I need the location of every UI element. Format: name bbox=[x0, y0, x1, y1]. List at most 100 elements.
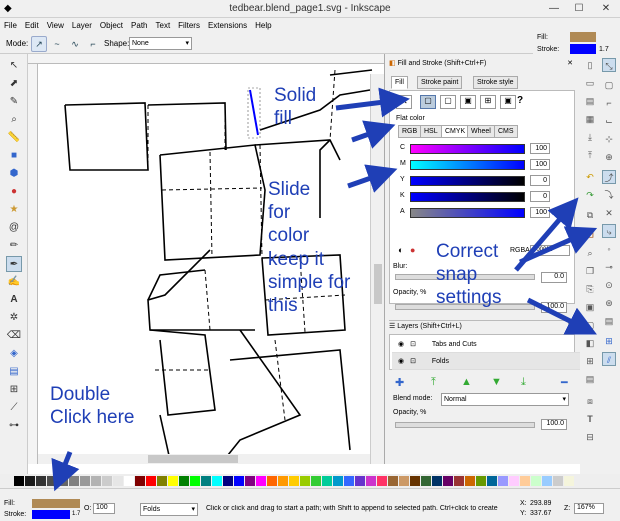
alpha-value[interactable]: 100 bbox=[530, 207, 550, 218]
eye-icon[interactable]: ◉ bbox=[398, 358, 404, 365]
clone-icon[interactable]: ⎘ bbox=[583, 282, 597, 296]
palette-swatch[interactable] bbox=[289, 476, 299, 486]
tab-cms[interactable]: CMS bbox=[494, 125, 518, 138]
palette-swatch[interactable] bbox=[124, 476, 134, 486]
snap-bbox-mid-icon[interactable]: ⊹ bbox=[602, 132, 616, 146]
palette-swatch[interactable] bbox=[190, 476, 200, 486]
tweak-tool-icon[interactable]: ✎ bbox=[6, 94, 22, 110]
palette-swatch[interactable] bbox=[212, 476, 222, 486]
palette-swatch[interactable] bbox=[410, 476, 420, 486]
palette-swatch[interactable] bbox=[432, 476, 442, 486]
palette-swatch[interactable] bbox=[509, 476, 519, 486]
palette-swatch[interactable] bbox=[542, 476, 552, 486]
rect-tool-icon[interactable]: ■ bbox=[6, 148, 22, 164]
zoom-tool-icon[interactable]: ⌕ bbox=[6, 112, 22, 128]
dropper-tool-icon[interactable]: ⟋ bbox=[6, 400, 22, 416]
palette-swatch[interactable] bbox=[564, 476, 574, 486]
tab-rgb[interactable]: RGB bbox=[398, 125, 422, 138]
snap-bbox-icon[interactable]: ▢ bbox=[602, 78, 616, 92]
pencil-tool-icon[interactable]: ✏ bbox=[6, 238, 22, 254]
snap-object-center-icon[interactable]: ⊙ bbox=[602, 278, 616, 292]
palette-swatch[interactable] bbox=[146, 476, 156, 486]
palette-swatch[interactable] bbox=[322, 476, 332, 486]
palette-swatch[interactable] bbox=[355, 476, 365, 486]
ungroup-icon[interactable]: ▢ bbox=[583, 318, 597, 332]
palette-swatch[interactable] bbox=[223, 476, 233, 486]
menu-filters[interactable]: Filters bbox=[174, 18, 204, 34]
palette-swatch[interactable] bbox=[498, 476, 508, 486]
lock-icon[interactable]: ⊡ bbox=[410, 341, 416, 348]
spiro-mode-icon[interactable]: ~ bbox=[49, 36, 65, 52]
rgba-field[interactable]: 0000ffff bbox=[530, 245, 570, 256]
palette-swatch[interactable] bbox=[465, 476, 475, 486]
selector-tool-icon[interactable]: ↖ bbox=[6, 58, 22, 74]
palette-swatch[interactable] bbox=[278, 476, 288, 486]
snap-bbox-center-icon[interactable]: ⊕ bbox=[602, 150, 616, 164]
palette-swatch[interactable] bbox=[344, 476, 354, 486]
menu-text[interactable]: Text bbox=[152, 18, 175, 34]
lock-icon[interactable]: ⊡ bbox=[410, 358, 416, 365]
no-paint-icon[interactable]: ✕ bbox=[396, 95, 412, 109]
close-panel-icon[interactable]: ✕ bbox=[567, 58, 573, 70]
mesh-gradient-icon[interactable]: ⊞ bbox=[480, 95, 496, 109]
status-fill-swatch[interactable] bbox=[32, 499, 80, 508]
status-stroke-swatch[interactable] bbox=[32, 510, 70, 519]
undo-icon[interactable]: ↶ bbox=[583, 170, 597, 184]
alpha-slider[interactable] bbox=[410, 208, 525, 218]
fill-swatch[interactable] bbox=[570, 32, 596, 42]
palette-swatch[interactable] bbox=[487, 476, 497, 486]
magenta-value[interactable]: 100 bbox=[530, 159, 550, 170]
palette-swatch[interactable] bbox=[476, 476, 486, 486]
menu-file[interactable]: File bbox=[0, 18, 21, 34]
layers-dialog-icon[interactable]: ▤ bbox=[583, 372, 597, 386]
snap-bbox-edge-icon[interactable]: ⌐ bbox=[602, 96, 616, 110]
palette-swatch[interactable] bbox=[102, 476, 112, 486]
linear-gradient-icon[interactable]: ▢ bbox=[440, 95, 456, 109]
radial-gradient-icon[interactable]: ▣ bbox=[460, 95, 476, 109]
menu-edit[interactable]: Edit bbox=[21, 18, 43, 34]
palette-swatch[interactable] bbox=[179, 476, 189, 486]
tab-stroke-style[interactable]: Stroke style bbox=[473, 76, 518, 89]
palette-swatch[interactable] bbox=[234, 476, 244, 486]
layer-row[interactable]: ◉ ⊡ Tabs and Cuts bbox=[392, 336, 580, 353]
gradient-tool-icon[interactable]: ▤ bbox=[6, 364, 22, 380]
group-icon[interactable]: ▣ bbox=[583, 300, 597, 314]
close-button[interactable]: ✕ bbox=[594, 0, 618, 18]
palette-swatch[interactable] bbox=[80, 476, 90, 486]
palette-swatch[interactable] bbox=[14, 476, 24, 486]
export-icon[interactable]: ⤒ bbox=[583, 148, 597, 162]
horizontal-scrollbar[interactable] bbox=[38, 454, 370, 464]
layer-opacity-slider[interactable] bbox=[395, 422, 535, 428]
raise-icon[interactable]: ▲ bbox=[461, 376, 472, 388]
palette-swatch[interactable] bbox=[113, 476, 123, 486]
palette-swatch[interactable] bbox=[58, 476, 68, 486]
palette-swatch[interactable] bbox=[135, 476, 145, 486]
palette-swatch[interactable] bbox=[553, 476, 563, 486]
palette-swatch[interactable] bbox=[443, 476, 453, 486]
snap-toggle-icon[interactable]: ⤡ bbox=[602, 58, 616, 72]
yellow-value[interactable]: 0 bbox=[530, 175, 550, 186]
layer-row[interactable]: ◉ ⊡ Folds bbox=[392, 353, 580, 370]
maximize-button[interactable]: ☐ bbox=[567, 0, 591, 18]
opacity-value[interactable]: 100.0 bbox=[541, 302, 567, 313]
bspline-mode-icon[interactable]: ∿ bbox=[67, 36, 83, 52]
snap-rotation-center-icon[interactable]: ⊛ bbox=[602, 296, 616, 310]
layer-opacity-value[interactable]: 100.0 bbox=[541, 419, 567, 430]
fill-stroke-dialog-icon[interactable]: ◧ bbox=[583, 336, 597, 350]
yellow-slider[interactable] bbox=[410, 176, 525, 186]
menu-object[interactable]: Object bbox=[96, 18, 127, 34]
flat-color-icon[interactable]: ▢ bbox=[420, 95, 436, 109]
snap-path-icon[interactable]: ⤵ bbox=[602, 188, 616, 202]
blend-mode-select[interactable]: Normal ▾ bbox=[441, 393, 569, 406]
snap-text-baseline-icon[interactable]: ▤ bbox=[602, 314, 616, 328]
vertical-scroll-thumb[interactable] bbox=[374, 264, 382, 304]
tab-wheel[interactable]: Wheel bbox=[467, 125, 495, 138]
shape-select[interactable]: None ▾ bbox=[129, 37, 192, 50]
tab-cmyk[interactable]: CMYK bbox=[441, 125, 470, 138]
snap-grid-icon[interactable]: ⫽ bbox=[602, 352, 616, 366]
palette-swatch[interactable] bbox=[300, 476, 310, 486]
redo-icon[interactable]: ↷ bbox=[583, 188, 597, 202]
mesh-tool-icon[interactable]: ⊞ bbox=[6, 382, 22, 398]
star-tool-icon[interactable]: ★ bbox=[6, 202, 22, 218]
tab-stroke-paint[interactable]: Stroke paint bbox=[417, 76, 463, 89]
